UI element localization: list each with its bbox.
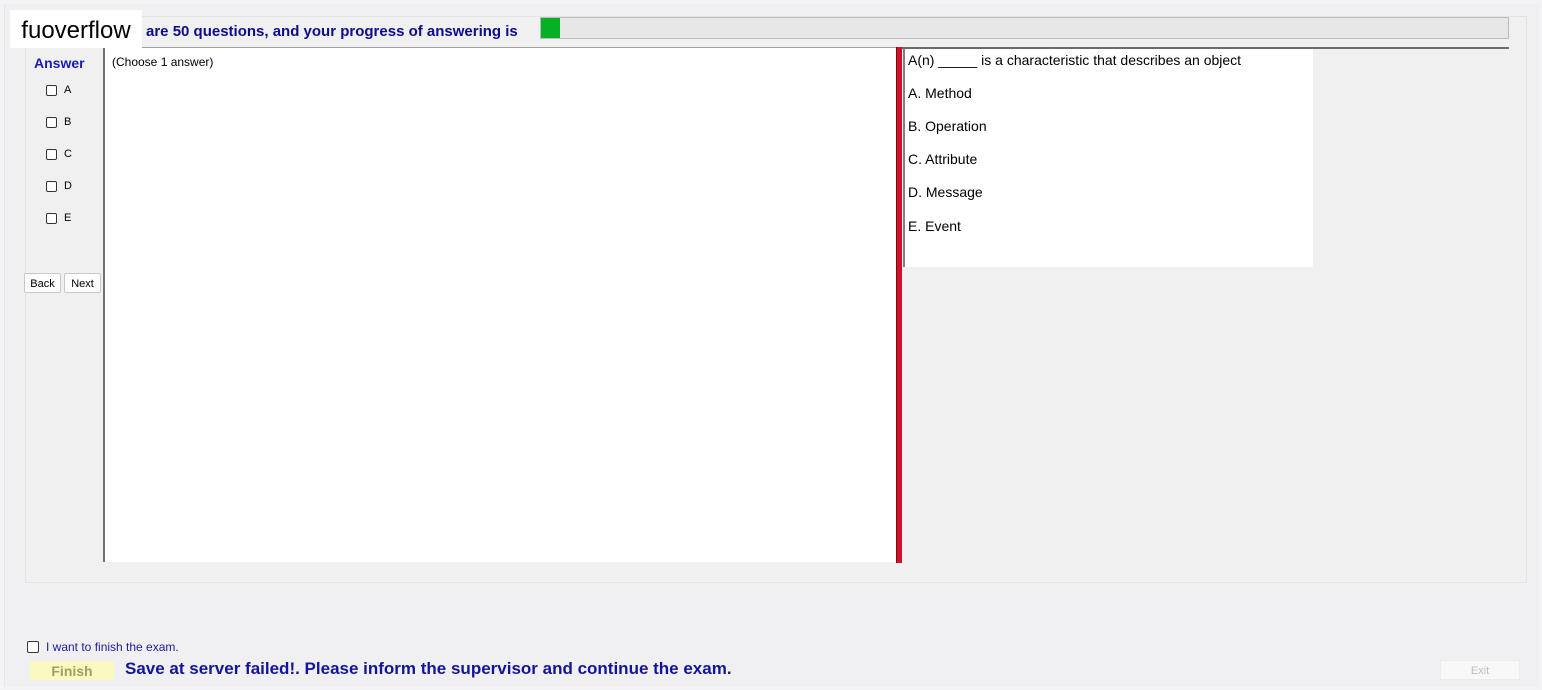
question-panel: A(n) _____ is a characteristic that desc…: [903, 49, 1313, 267]
answer-panel[interactable]: (Choose 1 answer): [103, 47, 896, 562]
back-button[interactable]: Back: [24, 273, 61, 293]
finish-button[interactable]: Finish: [30, 661, 114, 680]
question-option-d: D. Message: [908, 184, 983, 200]
answer-option-label: A: [64, 84, 72, 96]
panel-splitter[interactable]: [896, 47, 902, 563]
finish-exam-label: I want to finish the exam.: [46, 640, 179, 654]
answer-checkbox-c[interactable]: [46, 148, 57, 160]
question-option-a: A. Method: [908, 85, 972, 101]
progress-bar-fill: [541, 18, 561, 38]
answer-checkbox-b[interactable]: [46, 116, 57, 128]
answer-option-a[interactable]: A: [46, 82, 71, 98]
status-message: Save at server failed!. Please inform th…: [125, 659, 732, 678]
answer-title: Answer: [34, 55, 85, 71]
answer-option-label: E: [64, 212, 72, 224]
answer-option-label: C: [64, 148, 72, 160]
answer-checkbox-d[interactable]: [46, 180, 57, 192]
answer-checkbox-a[interactable]: [46, 84, 57, 96]
answer-option-label: B: [64, 116, 72, 128]
answer-option-label: D: [64, 180, 72, 192]
next-button[interactable]: Next: [64, 273, 101, 293]
answer-checkbox-e[interactable]: [46, 212, 57, 224]
watermark-logo: fuoverflow: [10, 10, 142, 48]
answer-option-b[interactable]: B: [46, 114, 71, 130]
finish-exam-checkbox[interactable]: [27, 641, 39, 653]
question-option-e: E. Event: [908, 218, 961, 234]
exit-button[interactable]: Exit: [1440, 660, 1520, 680]
progress-text: are 50 questions, and your progress of a…: [146, 23, 518, 40]
answer-option-d[interactable]: D: [46, 178, 72, 194]
question-option-c: C. Attribute: [908, 151, 978, 167]
question-option-b: B. Operation: [908, 118, 987, 134]
answer-option-e[interactable]: E: [46, 210, 71, 226]
finish-exam-checkbox-row[interactable]: I want to finish the exam.: [27, 640, 179, 654]
answer-hint: (Choose 1 answer): [112, 55, 214, 69]
answer-option-c[interactable]: C: [46, 146, 72, 162]
question-text: A(n) _____ is a characteristic that desc…: [908, 52, 1242, 68]
progress-bar: [540, 17, 1509, 39]
